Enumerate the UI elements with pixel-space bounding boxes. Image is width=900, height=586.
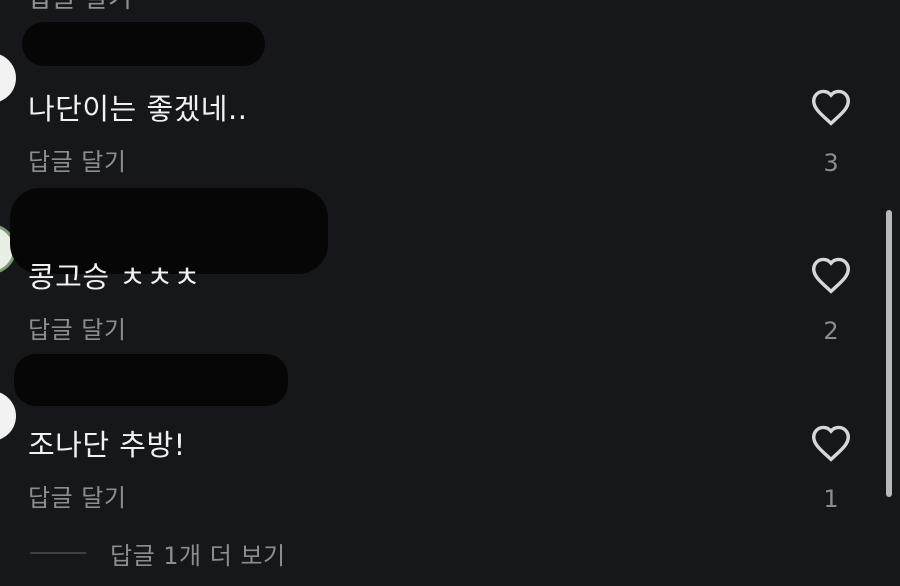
- view-more-replies-button[interactable]: 답글 1개 더 보기: [30, 533, 286, 573]
- reply-button[interactable]: 답글 달기: [28, 478, 126, 513]
- comment-thread: 답글 달기 나단이는 좋겠네.. 답글 달기 3 콩고승 ㅊㅊㅊ 답글 달기 2…: [0, 0, 900, 586]
- heart-outline-icon: [811, 425, 851, 462]
- comment-text: 나단이는 좋겠네..: [28, 92, 248, 126]
- comment-text: 콩고승 ㅊㅊㅊ: [28, 260, 201, 294]
- like-button[interactable]: [806, 252, 856, 298]
- redacted-username: [22, 22, 265, 66]
- more-replies-label: 답글 1개 더 보기: [110, 541, 286, 570]
- scrollbar-thumb[interactable]: [886, 210, 892, 497]
- like-button[interactable]: [806, 84, 856, 130]
- avatar[interactable]: [0, 53, 16, 103]
- redacted-username: [14, 354, 288, 406]
- like-count: 1: [823, 485, 839, 513]
- heart-outline-icon: [811, 257, 851, 294]
- more-replies-divider: [30, 552, 86, 554]
- comment-item: 콩고승 ㅊㅊㅊ 답글 달기 2: [0, 168, 900, 345]
- comment-item: 나단이는 좋겠네.. 답글 달기 3: [0, 0, 900, 177]
- avatar[interactable]: [0, 391, 16, 441]
- like-button[interactable]: [806, 420, 856, 466]
- comment-text: 조나단 추방!: [28, 428, 186, 462]
- comment-item: 조나단 추방! 답글 달기 1: [0, 336, 900, 513]
- heart-outline-icon: [811, 89, 851, 126]
